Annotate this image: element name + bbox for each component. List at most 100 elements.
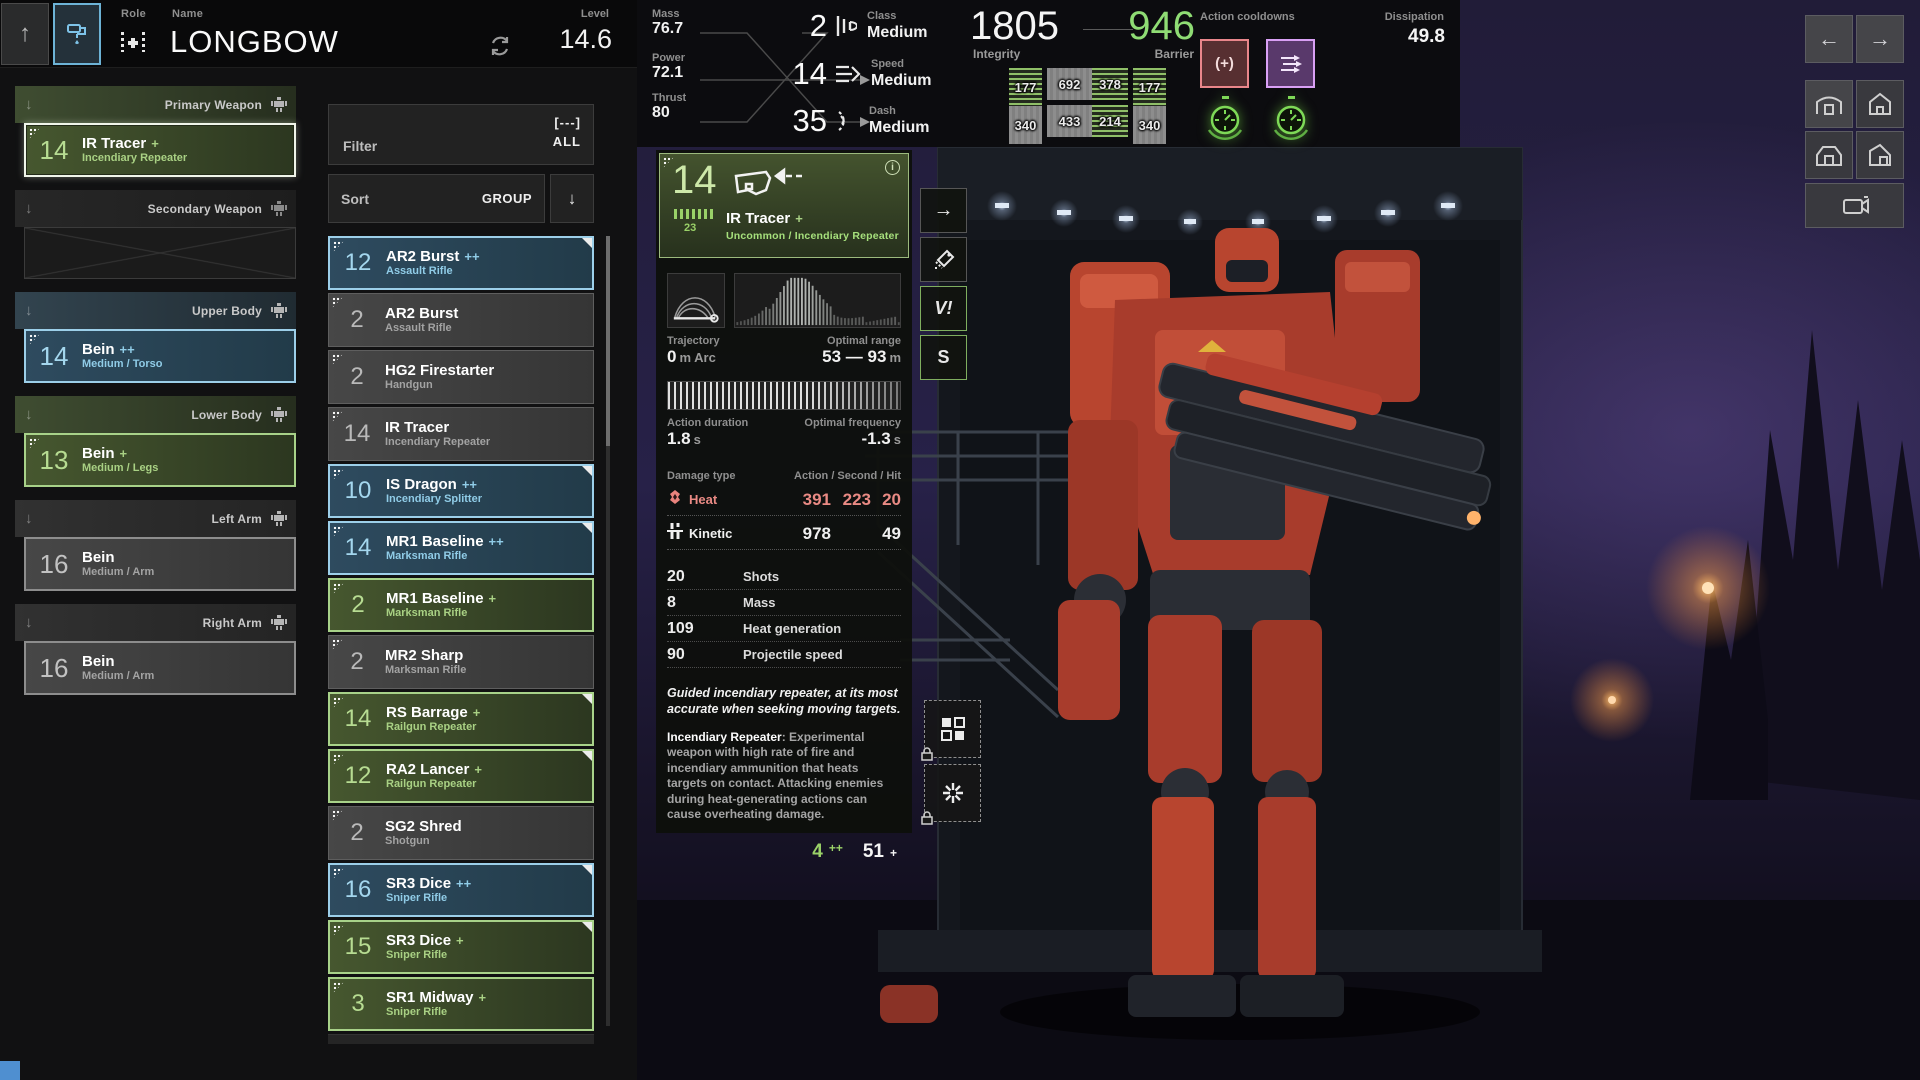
item-subtitle: Railgun Repeater bbox=[386, 778, 482, 791]
loadout-sidebar: ↓ Primary Weapon 14 IR Tracer+ Incendiar… bbox=[15, 86, 296, 708]
class-rating: Medium bbox=[867, 23, 927, 42]
equipment-list-item[interactable]: 14 MR1 Baseline++ Marksman Rifle bbox=[328, 521, 594, 575]
hangar-view-3-button[interactable] bbox=[1805, 131, 1853, 179]
grid-view-button[interactable] bbox=[924, 700, 981, 758]
scrollbar-thumb[interactable] bbox=[606, 236, 610, 446]
item-subtitle: Shotgun bbox=[385, 835, 467, 848]
dash-value: 35 bbox=[765, 103, 827, 139]
weapon-icon bbox=[726, 162, 816, 206]
item-subtitle: Sniper Rifle bbox=[386, 949, 464, 962]
equipment-list-item[interactable]: 2 MR1 Baseline+ Marksman Rifle bbox=[328, 578, 594, 632]
equipment-list-item[interactable]: 2 HG2 Firestarter Handgun bbox=[328, 350, 594, 404]
equipped-right-arm[interactable]: 16 Bein Medium / Arm bbox=[24, 641, 296, 695]
customize-button[interactable] bbox=[920, 237, 967, 282]
duration-label: Action duration bbox=[667, 417, 748, 429]
slot-group-secondary-weapon: ↓ Secondary Weapon bbox=[15, 190, 296, 279]
slot-header-right-arm[interactable]: ↓ Right Arm bbox=[15, 604, 296, 641]
prev-unit-button[interactable]: ← bbox=[1805, 15, 1853, 63]
equipment-list-item[interactable]: 15 SR3 Dice+ Sniper Rifle bbox=[328, 920, 594, 974]
unit-name[interactable]: LONGBOW bbox=[170, 24, 339, 60]
stat-row: 8 Mass bbox=[667, 590, 901, 616]
sort-direction-button[interactable]: ↓ bbox=[550, 174, 594, 223]
equipped-left-arm[interactable]: 16 Bein Medium / Arm bbox=[24, 537, 296, 591]
back-button[interactable]: ↑ bbox=[1, 3, 49, 65]
mech-part-icon bbox=[270, 97, 288, 113]
legs-bar: 433 214 bbox=[1047, 105, 1128, 137]
equipment-list-item[interactable]: 14 RS Barrage+ Railgun Repeater bbox=[328, 692, 594, 746]
equipment-list-item[interactable]: 12 AR2 Burst++ Assault Rifle bbox=[328, 236, 594, 290]
power-value: 72.1 bbox=[652, 64, 685, 82]
speed-rating: Medium bbox=[871, 71, 931, 90]
slot-group-primary-weapon: ↓ Primary Weapon 14 IR Tracer+ Incendiar… bbox=[15, 86, 296, 177]
damage-label: Heat bbox=[689, 492, 791, 507]
item-name: Bein bbox=[82, 341, 115, 358]
role-icon[interactable] bbox=[118, 30, 148, 54]
kinetic-icon bbox=[667, 523, 683, 539]
slot-header-upper-body[interactable]: ↓ Upper Body bbox=[15, 292, 296, 329]
slot-header-left-arm[interactable]: ↓ Left Arm bbox=[15, 500, 296, 537]
equipment-list-item[interactable]: 2 AR2 Burst Assault Rifle bbox=[328, 293, 594, 347]
item-level: 14 bbox=[330, 534, 386, 562]
equipment-list-item[interactable]: 3 SR1 Midway+ Sniper Rifle bbox=[328, 977, 594, 1031]
item-subtitle: Marksman Rifle bbox=[385, 664, 468, 677]
item-level: 15 bbox=[330, 933, 386, 961]
arm-left-barrier: 177 bbox=[1015, 80, 1037, 95]
equipment-list-item[interactable]: 12 RA2 Lancer+ Railgun Repeater bbox=[328, 749, 594, 803]
chevron-down-icon: ↓ bbox=[25, 200, 33, 217]
stat-view-button[interactable]: V! bbox=[920, 286, 967, 331]
paint-button[interactable] bbox=[53, 3, 101, 65]
barrier-label: Barrier bbox=[1155, 47, 1194, 61]
free-camera-button[interactable] bbox=[1805, 183, 1904, 228]
ink-pen-icon bbox=[933, 249, 955, 271]
empty-secondary-slot[interactable] bbox=[24, 227, 296, 279]
item-level: 12 bbox=[330, 762, 386, 790]
hangar-view-2-button[interactable] bbox=[1856, 80, 1904, 128]
chevron-down-icon: ↓ bbox=[25, 614, 33, 631]
item-level: 2 bbox=[329, 363, 385, 391]
next-unit-button[interactable]: → bbox=[1856, 15, 1904, 63]
item-subtitle: Assault Rifle bbox=[386, 265, 480, 278]
equip-button[interactable]: → bbox=[920, 188, 967, 233]
item-level: 2 bbox=[330, 591, 386, 619]
info-icon[interactable]: i bbox=[885, 160, 900, 175]
damage-row-heat: Heat 391 223 20 bbox=[667, 489, 901, 516]
equipment-list-item[interactable]: 10 IS Dragon++ Incendiary Splitter bbox=[328, 464, 594, 518]
slot-header-primary-weapon[interactable]: ↓ Primary Weapon bbox=[15, 86, 296, 123]
hangar-view-4-button[interactable] bbox=[1856, 131, 1904, 179]
sort-value: GROUP bbox=[482, 191, 532, 206]
slot-header-secondary-weapon[interactable]: ↓ Secondary Weapon bbox=[15, 190, 296, 227]
cooldown-slot-heat[interactable]: (+) bbox=[1200, 39, 1249, 88]
mass-value: 76.7 bbox=[652, 20, 683, 38]
equipment-list-item[interactable]: 2 SG2 Shred Shotgun bbox=[328, 806, 594, 860]
hangar-view-1-button[interactable] bbox=[1805, 80, 1853, 128]
slot-header-lower-body[interactable]: ↓ Lower Body bbox=[15, 396, 296, 433]
cooldown-slot-volley[interactable] bbox=[1266, 39, 1315, 88]
chevron-down-icon: ↓ bbox=[25, 406, 33, 423]
equipped-lower-body[interactable]: 13 Bein+ Medium / Legs bbox=[24, 433, 296, 487]
equipped-upper-body[interactable]: 14 Bein++ Medium / Torso bbox=[24, 329, 296, 383]
systems-view-button[interactable]: S bbox=[920, 335, 967, 380]
notification-badge[interactable] bbox=[0, 1061, 20, 1080]
item-level: 10 bbox=[330, 477, 386, 505]
focus-view-button[interactable] bbox=[924, 764, 981, 822]
slot-group-lower-body: ↓ Lower Body 13 Bein+ Medium / Legs bbox=[15, 396, 296, 487]
item-name: IS Dragon bbox=[386, 476, 457, 493]
stat-row: 20 Shots bbox=[667, 564, 901, 590]
item-subtitle: Sniper Rifle bbox=[386, 1006, 486, 1019]
list-scrollbar[interactable] bbox=[606, 236, 610, 1026]
heat-icon bbox=[667, 489, 683, 505]
mech-part-icon bbox=[270, 511, 288, 527]
equipment-list-item-partial[interactable] bbox=[328, 1034, 594, 1044]
item-level: 2 bbox=[329, 819, 385, 847]
equipment-list-item[interactable]: 2 MR2 Sharp Marksman Rifle bbox=[328, 635, 594, 689]
stat-row: 109 Heat generation bbox=[667, 616, 901, 642]
equipment-list-item[interactable]: 16 SR3 Dice++ Sniper Rifle bbox=[328, 863, 594, 917]
role-label: Role bbox=[121, 8, 146, 20]
equipped-primary-weapon[interactable]: 14 IR Tracer+ Incendiary Repeater bbox=[24, 123, 296, 177]
equipment-list-item[interactable]: 14 IR Tracer Incendiary Repeater bbox=[328, 407, 594, 461]
trajectory-unit: m Arc bbox=[679, 350, 715, 365]
heat-per-action: 391 bbox=[791, 490, 831, 510]
slot-group-right-arm: ↓ Right Arm 16 Bein Medium / Arm bbox=[15, 604, 296, 695]
sort-control[interactable]: Sort GROUP bbox=[328, 174, 545, 223]
filter-control[interactable]: Filter [---] ALL bbox=[328, 104, 594, 165]
